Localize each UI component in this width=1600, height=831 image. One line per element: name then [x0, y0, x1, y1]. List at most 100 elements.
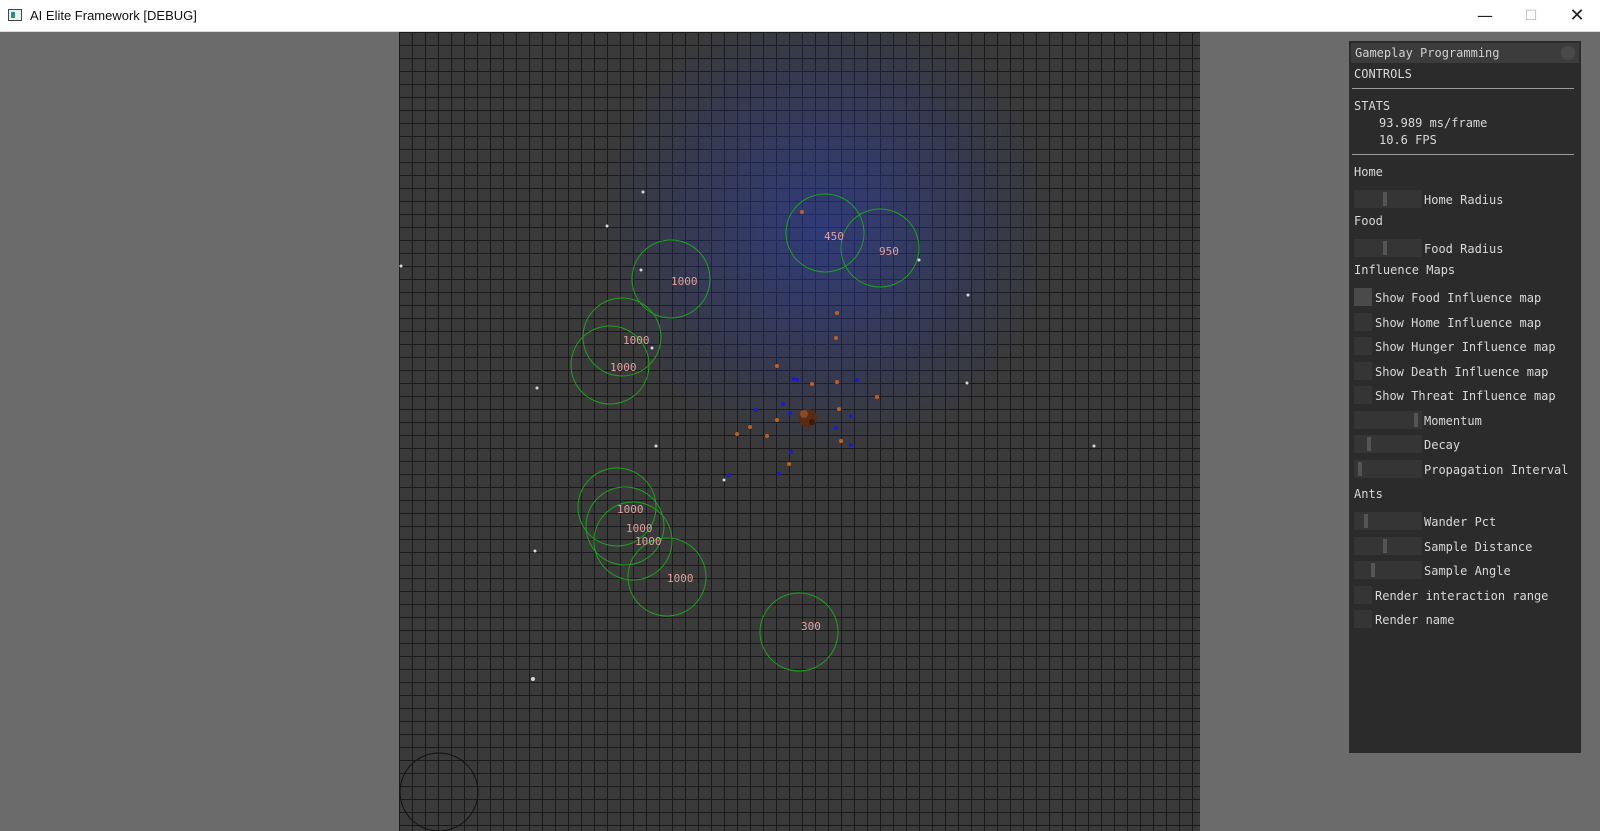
slider-grab[interactable]	[1382, 539, 1387, 553]
area-value-label: 1000	[671, 275, 698, 288]
momentum-label: Momentum	[1424, 414, 1482, 428]
wander-pct-label: Wander Pct	[1424, 515, 1497, 529]
title-bar: AI Elite Framework [DEBUG] — ☐ ✕	[0, 0, 1600, 32]
area-value-label: 450	[824, 230, 844, 243]
food-item	[966, 293, 970, 297]
home-radius-slider[interactable]	[1354, 190, 1422, 208]
maximize-button[interactable]: ☐	[1508, 0, 1554, 32]
ant	[777, 472, 781, 476]
show-threat-checkbox[interactable]	[1354, 386, 1372, 404]
ants-header: Ants	[1354, 487, 1383, 501]
food-item	[535, 386, 539, 390]
food-radius-label: Food Radius	[1424, 242, 1504, 256]
food-header: Food	[1354, 214, 1383, 228]
food-item	[654, 444, 658, 448]
render-name-label: Render name	[1375, 613, 1455, 627]
ant	[795, 378, 799, 382]
food-item	[650, 346, 654, 350]
ant	[775, 364, 779, 368]
app-icon	[8, 9, 22, 21]
decay-slider[interactable]	[1354, 435, 1422, 453]
panel-title: Gameplay Programming	[1355, 46, 1500, 60]
home-header: Home	[1354, 165, 1383, 179]
render-interaction-range-checkbox[interactable]	[1354, 586, 1372, 604]
ant	[727, 473, 731, 477]
wander-pct-slider[interactable]	[1354, 512, 1422, 530]
ant	[765, 434, 769, 438]
area-value-label: 1000	[617, 503, 644, 516]
slider-grab[interactable]	[1370, 563, 1375, 577]
close-button[interactable]: ✕	[1554, 0, 1600, 32]
panel-title-bar[interactable]: Gameplay Programming	[1351, 43, 1579, 63]
ant	[839, 439, 843, 443]
area-value-label: 300	[801, 620, 821, 633]
propagation-interval-slider[interactable]	[1354, 460, 1422, 478]
momentum-slider[interactable]	[1354, 411, 1422, 429]
show-threat-label: Show Threat Influence map	[1375, 389, 1556, 403]
show-home-checkbox[interactable]	[1354, 313, 1372, 331]
show-hunger-checkbox[interactable]	[1354, 337, 1372, 355]
ant	[781, 402, 785, 406]
area-value-label: 950	[879, 245, 899, 258]
food-item	[722, 478, 726, 482]
minimize-button[interactable]: —	[1462, 0, 1508, 32]
slider-grab[interactable]	[1364, 514, 1369, 528]
area-value-label: 1000	[610, 361, 637, 374]
ant	[775, 418, 779, 422]
ant	[834, 426, 838, 430]
ant	[789, 450, 793, 454]
slider-grab[interactable]	[1367, 437, 1372, 451]
ant	[875, 395, 879, 399]
decay-label: Decay	[1424, 438, 1461, 452]
ant	[810, 382, 814, 386]
ant	[735, 432, 739, 436]
food-item	[531, 677, 535, 681]
fps-value: 10.6 FPS	[1379, 133, 1437, 147]
sample-angle-slider[interactable]	[1354, 561, 1422, 579]
ant	[748, 425, 752, 429]
world-canvas: 450 950 1000 1000 1000 1000 1000 1000 10…	[399, 190, 1096, 831]
food-item	[1092, 444, 1096, 448]
show-death-checkbox[interactable]	[1354, 362, 1372, 380]
area-value-label: 1000	[623, 334, 650, 347]
food-item	[965, 381, 969, 385]
home-radius-label: Home Radius	[1424, 193, 1504, 207]
window-title: AI Elite Framework [DEBUG]	[30, 8, 197, 23]
ant	[835, 311, 839, 315]
ant	[849, 414, 853, 418]
ant	[788, 411, 792, 415]
food-radius-slider[interactable]	[1354, 239, 1422, 257]
controls-panel[interactable]: Gameplay Programming CONTROLS STATS 93.9…	[1349, 41, 1581, 753]
show-food-checkbox[interactable]	[1354, 288, 1372, 306]
area-value-label: 1000	[635, 535, 662, 548]
camera-indicator-circle	[399, 752, 479, 831]
food-item	[641, 190, 645, 194]
game-viewport[interactable]: 450 950 1000 1000 1000 1000 1000 1000 10…	[399, 32, 1200, 831]
slider-grab[interactable]	[1382, 241, 1387, 255]
ant	[754, 408, 758, 412]
food-item	[639, 268, 643, 272]
ant	[849, 443, 853, 447]
ant	[787, 462, 791, 466]
show-food-label: Show Food Influence map	[1375, 291, 1542, 305]
influence-maps-header: Influence Maps	[1354, 263, 1456, 277]
divider	[1352, 154, 1574, 155]
area-value-label: 1000	[667, 572, 694, 585]
slider-grab[interactable]	[1382, 192, 1387, 206]
sample-distance-slider[interactable]	[1354, 537, 1422, 555]
food-item	[917, 258, 921, 262]
sample-distance-label: Sample Distance	[1424, 540, 1533, 554]
slider-grab[interactable]	[1413, 413, 1418, 427]
panel-close-icon[interactable]	[1561, 46, 1575, 60]
show-hunger-label: Show Hunger Influence map	[1375, 340, 1556, 354]
controls-header[interactable]: CONTROLS	[1354, 67, 1412, 81]
slider-grab[interactable]	[1358, 462, 1363, 476]
ant	[835, 380, 839, 384]
food-area-circle	[759, 592, 839, 672]
food-item	[399, 264, 403, 268]
show-death-label: Show Death Influence map	[1375, 365, 1549, 379]
render-name-checkbox[interactable]	[1354, 610, 1372, 628]
food-item	[533, 549, 537, 553]
render-interaction-range-label: Render interaction range	[1375, 589, 1549, 603]
ant	[855, 378, 859, 382]
